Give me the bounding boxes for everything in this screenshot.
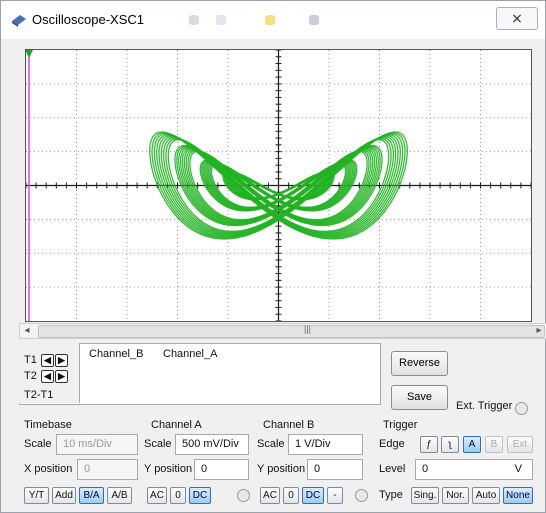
- trigger-level-field[interactable]: 0 V: [415, 459, 533, 480]
- channel-a-scale-field[interactable]: 500 mV/Div: [175, 434, 249, 455]
- channel-b-terminal[interactable]: [355, 489, 368, 502]
- trigger-source-b-button[interactable]: B: [485, 436, 503, 453]
- trigger-level-unit: V: [514, 463, 522, 475]
- scroll-left-icon[interactable]: ◂: [20, 324, 34, 338]
- title-bar[interactable]: Oscilloscope-XSC1 ⨯: [1, 1, 545, 39]
- close-icon: ⨯: [511, 10, 523, 26]
- scroll-right-icon[interactable]: ▸: [532, 324, 546, 338]
- toolbar-deco-icon: [265, 15, 275, 25]
- reverse-button[interactable]: Reverse: [391, 351, 448, 376]
- channel-b-ypos-field[interactable]: 0: [307, 459, 363, 480]
- channel-a-scale-label: Scale: [144, 438, 172, 450]
- timebase-scale-label: Scale: [24, 438, 52, 450]
- channel-b-ypos-label: Y position: [257, 463, 306, 475]
- oscilloscope-window: Oscilloscope-XSC1 ⨯ ◂ ||| ▸ T1 ◀ ▶ T2 ◀ …: [0, 0, 546, 513]
- channel-b-scale-label: Scale: [257, 438, 285, 450]
- mode-ba-button[interactable]: B/A: [79, 487, 104, 504]
- trigger-title: Trigger: [383, 419, 418, 431]
- cursor-controls: T1 ◀ ▶ T2 ◀ ▶ T2-T1: [19, 343, 80, 403]
- rising-edge-icon[interactable]: ƒ: [420, 436, 438, 453]
- mode-ab-button[interactable]: A/B: [107, 487, 132, 504]
- window-title: Oscilloscope-XSC1: [32, 12, 144, 27]
- mode-yt-button[interactable]: Y/T: [24, 487, 49, 504]
- channel-a-ac-button[interactable]: AC: [147, 487, 167, 504]
- grip-icon: |||: [304, 324, 312, 334]
- x-position-field[interactable]: 0: [77, 459, 138, 480]
- trigger-none-button[interactable]: None: [503, 487, 533, 504]
- falling-edge-icon[interactable]: ʅ: [441, 436, 459, 453]
- channel-b-invert-button[interactable]: -: [327, 487, 343, 504]
- channel-a-terminal[interactable]: [237, 489, 250, 502]
- channel-a-dc-button[interactable]: DC: [189, 487, 211, 504]
- channel-a-zero-button[interactable]: 0: [170, 487, 186, 504]
- trigger-level-value: 0: [422, 463, 429, 475]
- timebase-scale-field[interactable]: 10 ms/Div: [56, 434, 138, 455]
- column-channel-b: Channel_B: [89, 348, 144, 360]
- trigger-type-label: Type: [379, 489, 403, 501]
- oscilloscope-icon: [12, 15, 26, 27]
- close-button[interactable]: ⨯: [496, 7, 538, 30]
- t2-right-arrow-icon[interactable]: ▶: [55, 370, 68, 383]
- mode-add-button[interactable]: Add: [52, 487, 76, 504]
- horizontal-scrollbar[interactable]: ◂ ||| ▸: [19, 323, 546, 339]
- timebase-title: Timebase: [24, 419, 72, 431]
- trigger-source-a-button[interactable]: A: [463, 436, 481, 453]
- trigger-normal-button[interactable]: Nor.: [442, 487, 469, 504]
- channel-b-zero-button[interactable]: 0: [283, 487, 299, 504]
- column-channel-a: Channel_A: [163, 348, 218, 360]
- scroll-thumb[interactable]: |||: [38, 324, 545, 338]
- t1-label: T1: [24, 354, 37, 366]
- trigger-edge-label: Edge: [379, 438, 405, 450]
- channel-b-ac-button[interactable]: AC: [260, 487, 280, 504]
- t2-label: T2: [24, 370, 37, 382]
- toolbar-deco-icon: [216, 15, 226, 25]
- t1-right-arrow-icon[interactable]: ▶: [55, 354, 68, 367]
- toolbar-deco-icon: [189, 15, 199, 25]
- t1-left-arrow-icon[interactable]: ◀: [41, 354, 54, 367]
- channel-b-dc-button[interactable]: DC: [302, 487, 324, 504]
- trigger-level-label: Level: [379, 463, 406, 475]
- ext-trigger-terminal[interactable]: [515, 402, 528, 415]
- oscilloscope-display[interactable]: [25, 49, 532, 322]
- cursor-marker-icon: [26, 50, 33, 58]
- t2-left-arrow-icon[interactable]: ◀: [41, 370, 54, 383]
- x-position-label: X position: [24, 463, 73, 475]
- channel-a-ypos-label: Y position: [144, 463, 193, 475]
- trigger-auto-button[interactable]: Auto: [472, 487, 500, 504]
- channel-a-ypos-field[interactable]: 0: [194, 459, 249, 480]
- ext-trigger-label: Ext. Trigger: [456, 400, 513, 412]
- channel-b-scale-field[interactable]: 1 V/Div: [288, 434, 363, 455]
- t2-t1-label: T2-T1: [24, 389, 54, 401]
- trigger-source-ext-button[interactable]: Ext: [507, 436, 533, 453]
- toolbar-deco-icon: [309, 15, 319, 25]
- channel-a-title: Channel A: [151, 419, 202, 431]
- trigger-single-button[interactable]: Sing.: [411, 487, 439, 504]
- channel-b-title: Channel B: [263, 419, 315, 431]
- display-grid: [26, 50, 531, 321]
- save-button[interactable]: Save: [391, 385, 448, 410]
